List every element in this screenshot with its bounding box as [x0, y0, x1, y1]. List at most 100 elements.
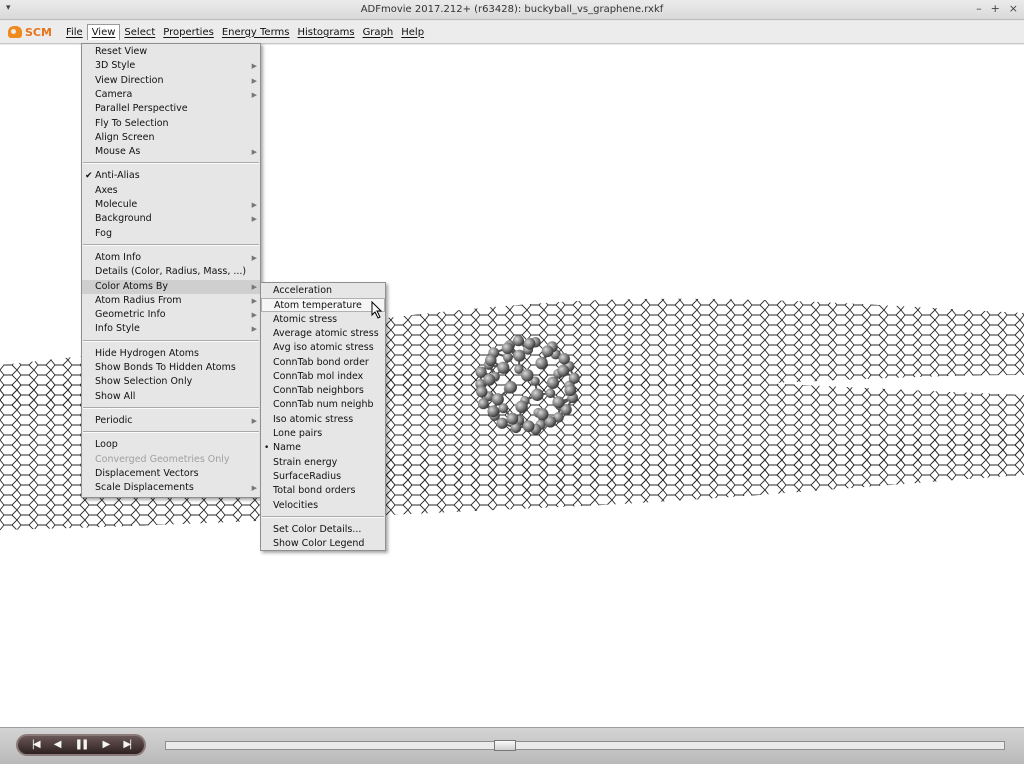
view-menu-item-show-bonds-to-hidden-atoms[interactable]: Show Bonds To Hidden Atoms	[82, 361, 260, 375]
carbon-atom[interactable]	[501, 342, 514, 355]
menu-file[interactable]: File	[62, 25, 87, 40]
menu-energy-terms[interactable]: Energy Terms	[218, 25, 294, 40]
color-by-item-atom-temperature[interactable]: Atom temperature	[261, 298, 385, 313]
carbon-atom[interactable]	[497, 361, 510, 374]
view-menu-item-info-style[interactable]: Info Style ▶	[82, 322, 260, 336]
carbon-atom[interactable]	[536, 408, 549, 421]
frame-slider[interactable]	[165, 740, 1005, 751]
carbon-atom[interactable]	[484, 354, 497, 367]
minimize-icon[interactable]: –	[976, 2, 982, 15]
carbon-atom[interactable]	[552, 396, 565, 409]
view-menu-item-hide-hydrogen-atoms[interactable]: Hide Hydrogen Atoms	[82, 347, 260, 361]
close-icon[interactable]: ×	[1009, 2, 1018, 15]
color-by-item-surfaceradius[interactable]: SurfaceRadius	[261, 470, 385, 484]
view-menu-item-scale-displacements[interactable]: Scale Displacements ▶	[82, 481, 260, 495]
view-menu-item-show-all[interactable]: Show All	[82, 390, 260, 404]
view-menu-item-periodic[interactable]: Periodic ▶	[82, 414, 260, 428]
view-menu-item-align-screen[interactable]: Align Screen	[82, 131, 260, 145]
color-by-item-set-color-details[interactable]: Set Color Details...	[261, 523, 385, 537]
carbon-atom[interactable]	[564, 384, 577, 397]
menu-help[interactable]: Help	[397, 25, 428, 40]
menu-properties[interactable]: Properties	[159, 25, 218, 40]
carbon-atom[interactable]	[545, 388, 556, 399]
color-by-item-name[interactable]: • Name	[261, 441, 385, 455]
menu-item-label: Name	[273, 442, 302, 454]
carbon-atom[interactable]	[512, 335, 525, 347]
view-menu-item-fly-to-selection[interactable]: Fly To Selection	[82, 117, 260, 131]
color-by-item-conntab-num-neighb[interactable]: ConnTab num neighb	[261, 398, 385, 412]
submenu-arrow-icon: ▶	[251, 148, 257, 157]
color-by-item-iso-atomic-stress[interactable]: Iso atomic stress	[261, 413, 385, 427]
color-by-item-conntab-mol-index[interactable]: ConnTab mol index	[261, 370, 385, 384]
view-menu-item-color-atoms-by[interactable]: Color Atoms By ▶	[82, 279, 260, 294]
menu-graph[interactable]: Graph	[359, 25, 398, 40]
menu-view[interactable]: View	[86, 24, 121, 40]
color-by-item-acceleration[interactable]: Acceleration	[261, 284, 385, 298]
view-menu-item-fog[interactable]: Fog	[82, 227, 260, 241]
carbon-atom[interactable]	[546, 376, 560, 389]
view-menu-item-view-direction[interactable]: View Direction ▶	[82, 74, 260, 88]
carbon-atom[interactable]	[541, 345, 554, 358]
carbon-atom[interactable]	[531, 388, 544, 402]
carbon-atom[interactable]	[491, 393, 504, 406]
view-menu-item-parallel-perspective[interactable]: Parallel Perspective	[82, 102, 260, 116]
first-frame-icon[interactable]: |◀	[32, 740, 41, 750]
view-menu-item-show-selection-only[interactable]: Show Selection Only	[82, 375, 260, 389]
color-by-item-conntab-bond-order[interactable]: ConnTab bond order	[261, 356, 385, 370]
step-back-icon[interactable]: ◀	[54, 740, 62, 750]
color-by-item-velocities[interactable]: Velocities	[261, 499, 385, 513]
view-menu-item-geometric-info[interactable]: Geometric Info ▶	[82, 308, 260, 322]
view-menu-item-3d-style[interactable]: 3D Style ▶	[82, 59, 260, 73]
carbon-atom[interactable]	[557, 364, 570, 377]
carbon-atom[interactable]	[522, 420, 535, 433]
menu-histograms[interactable]: Histograms	[293, 25, 358, 40]
color-by-item-conntab-neighbors[interactable]: ConnTab neighbors	[261, 384, 385, 398]
carbon-atom[interactable]	[535, 357, 548, 370]
carbon-atom[interactable]	[504, 380, 518, 394]
view-menu-item-loop[interactable]: Loop	[82, 438, 260, 452]
color-by-item-total-bond-orders[interactable]: Total bond orders	[261, 484, 385, 498]
color-by-item-show-color-legend[interactable]: Show Color Legend	[261, 537, 385, 551]
view-menu-item-mouse-as[interactable]: Mouse As ▶	[82, 145, 260, 159]
view-menu-item-molecule[interactable]: Molecule ▶	[82, 198, 260, 212]
menu-item-label: Scale Displacements	[95, 482, 194, 494]
color-by-item-avg-iso-atomic-stress[interactable]: Avg iso atomic stress	[261, 341, 385, 355]
pause-icon[interactable]: ❚❚	[75, 740, 90, 750]
carbon-atom[interactable]	[558, 353, 570, 365]
menu-select[interactable]: Select	[120, 25, 159, 40]
carbon-atom[interactable]	[506, 412, 519, 425]
carbon-atom[interactable]	[483, 373, 496, 386]
carbon-atom[interactable]	[496, 417, 508, 429]
menu-item-label: Fog	[95, 227, 112, 239]
menu-item-label: Atomic stress	[273, 313, 338, 325]
view-menu-item-atom-info[interactable]: Atom Info ▶	[82, 251, 260, 265]
radio-dot-icon: •	[264, 443, 270, 454]
carbon-atom[interactable]	[487, 405, 500, 418]
view-menu-item-details-color-radius-mass[interactable]: Details (Color, Radius, Mass, ...)	[82, 265, 260, 279]
last-frame-icon[interactable]: ▶|	[123, 740, 132, 750]
carbon-atom[interactable]	[520, 368, 534, 382]
window-menu-icon[interactable]: ▾	[6, 3, 11, 13]
color-by-item-atomic-stress[interactable]: Atomic stress	[261, 313, 385, 327]
view-menu-item-reset-view[interactable]: Reset View	[82, 45, 260, 59]
view-menu-item-converged-geometries-only[interactable]: Converged Geometries Only	[82, 453, 260, 467]
color-by-item-lone-pairs[interactable]: Lone pairs	[261, 427, 385, 441]
view-menu-item-anti-alias[interactable]: ✔ Anti-Alias	[82, 169, 260, 183]
carbon-atom[interactable]	[568, 372, 580, 384]
carbon-atom[interactable]	[476, 386, 488, 398]
menu-item-label: Geometric Info	[95, 309, 166, 321]
view-menu-item-background[interactable]: Background ▶	[82, 212, 260, 226]
carbon-atom[interactable]	[515, 400, 528, 413]
view-menu-item-camera[interactable]: Camera ▶	[82, 88, 260, 102]
carbon-atom[interactable]	[477, 398, 489, 410]
play-icon[interactable]: ▶	[103, 740, 111, 750]
view-menu-item-atom-radius-from[interactable]: Atom Radius From ▶	[82, 294, 260, 308]
view-menu-item-axes[interactable]: Axes	[82, 184, 260, 198]
maximize-icon[interactable]: +	[991, 2, 1000, 15]
color-by-item-strain-energy[interactable]: Strain energy	[261, 456, 385, 470]
frame-slider-thumb[interactable]	[494, 740, 516, 751]
carbon-atom[interactable]	[523, 337, 536, 350]
carbon-atom[interactable]	[513, 349, 526, 362]
color-by-item-average-atomic-stress[interactable]: Average atomic stress	[261, 327, 385, 341]
view-menu-item-displacement-vectors[interactable]: Displacement Vectors	[82, 467, 260, 481]
